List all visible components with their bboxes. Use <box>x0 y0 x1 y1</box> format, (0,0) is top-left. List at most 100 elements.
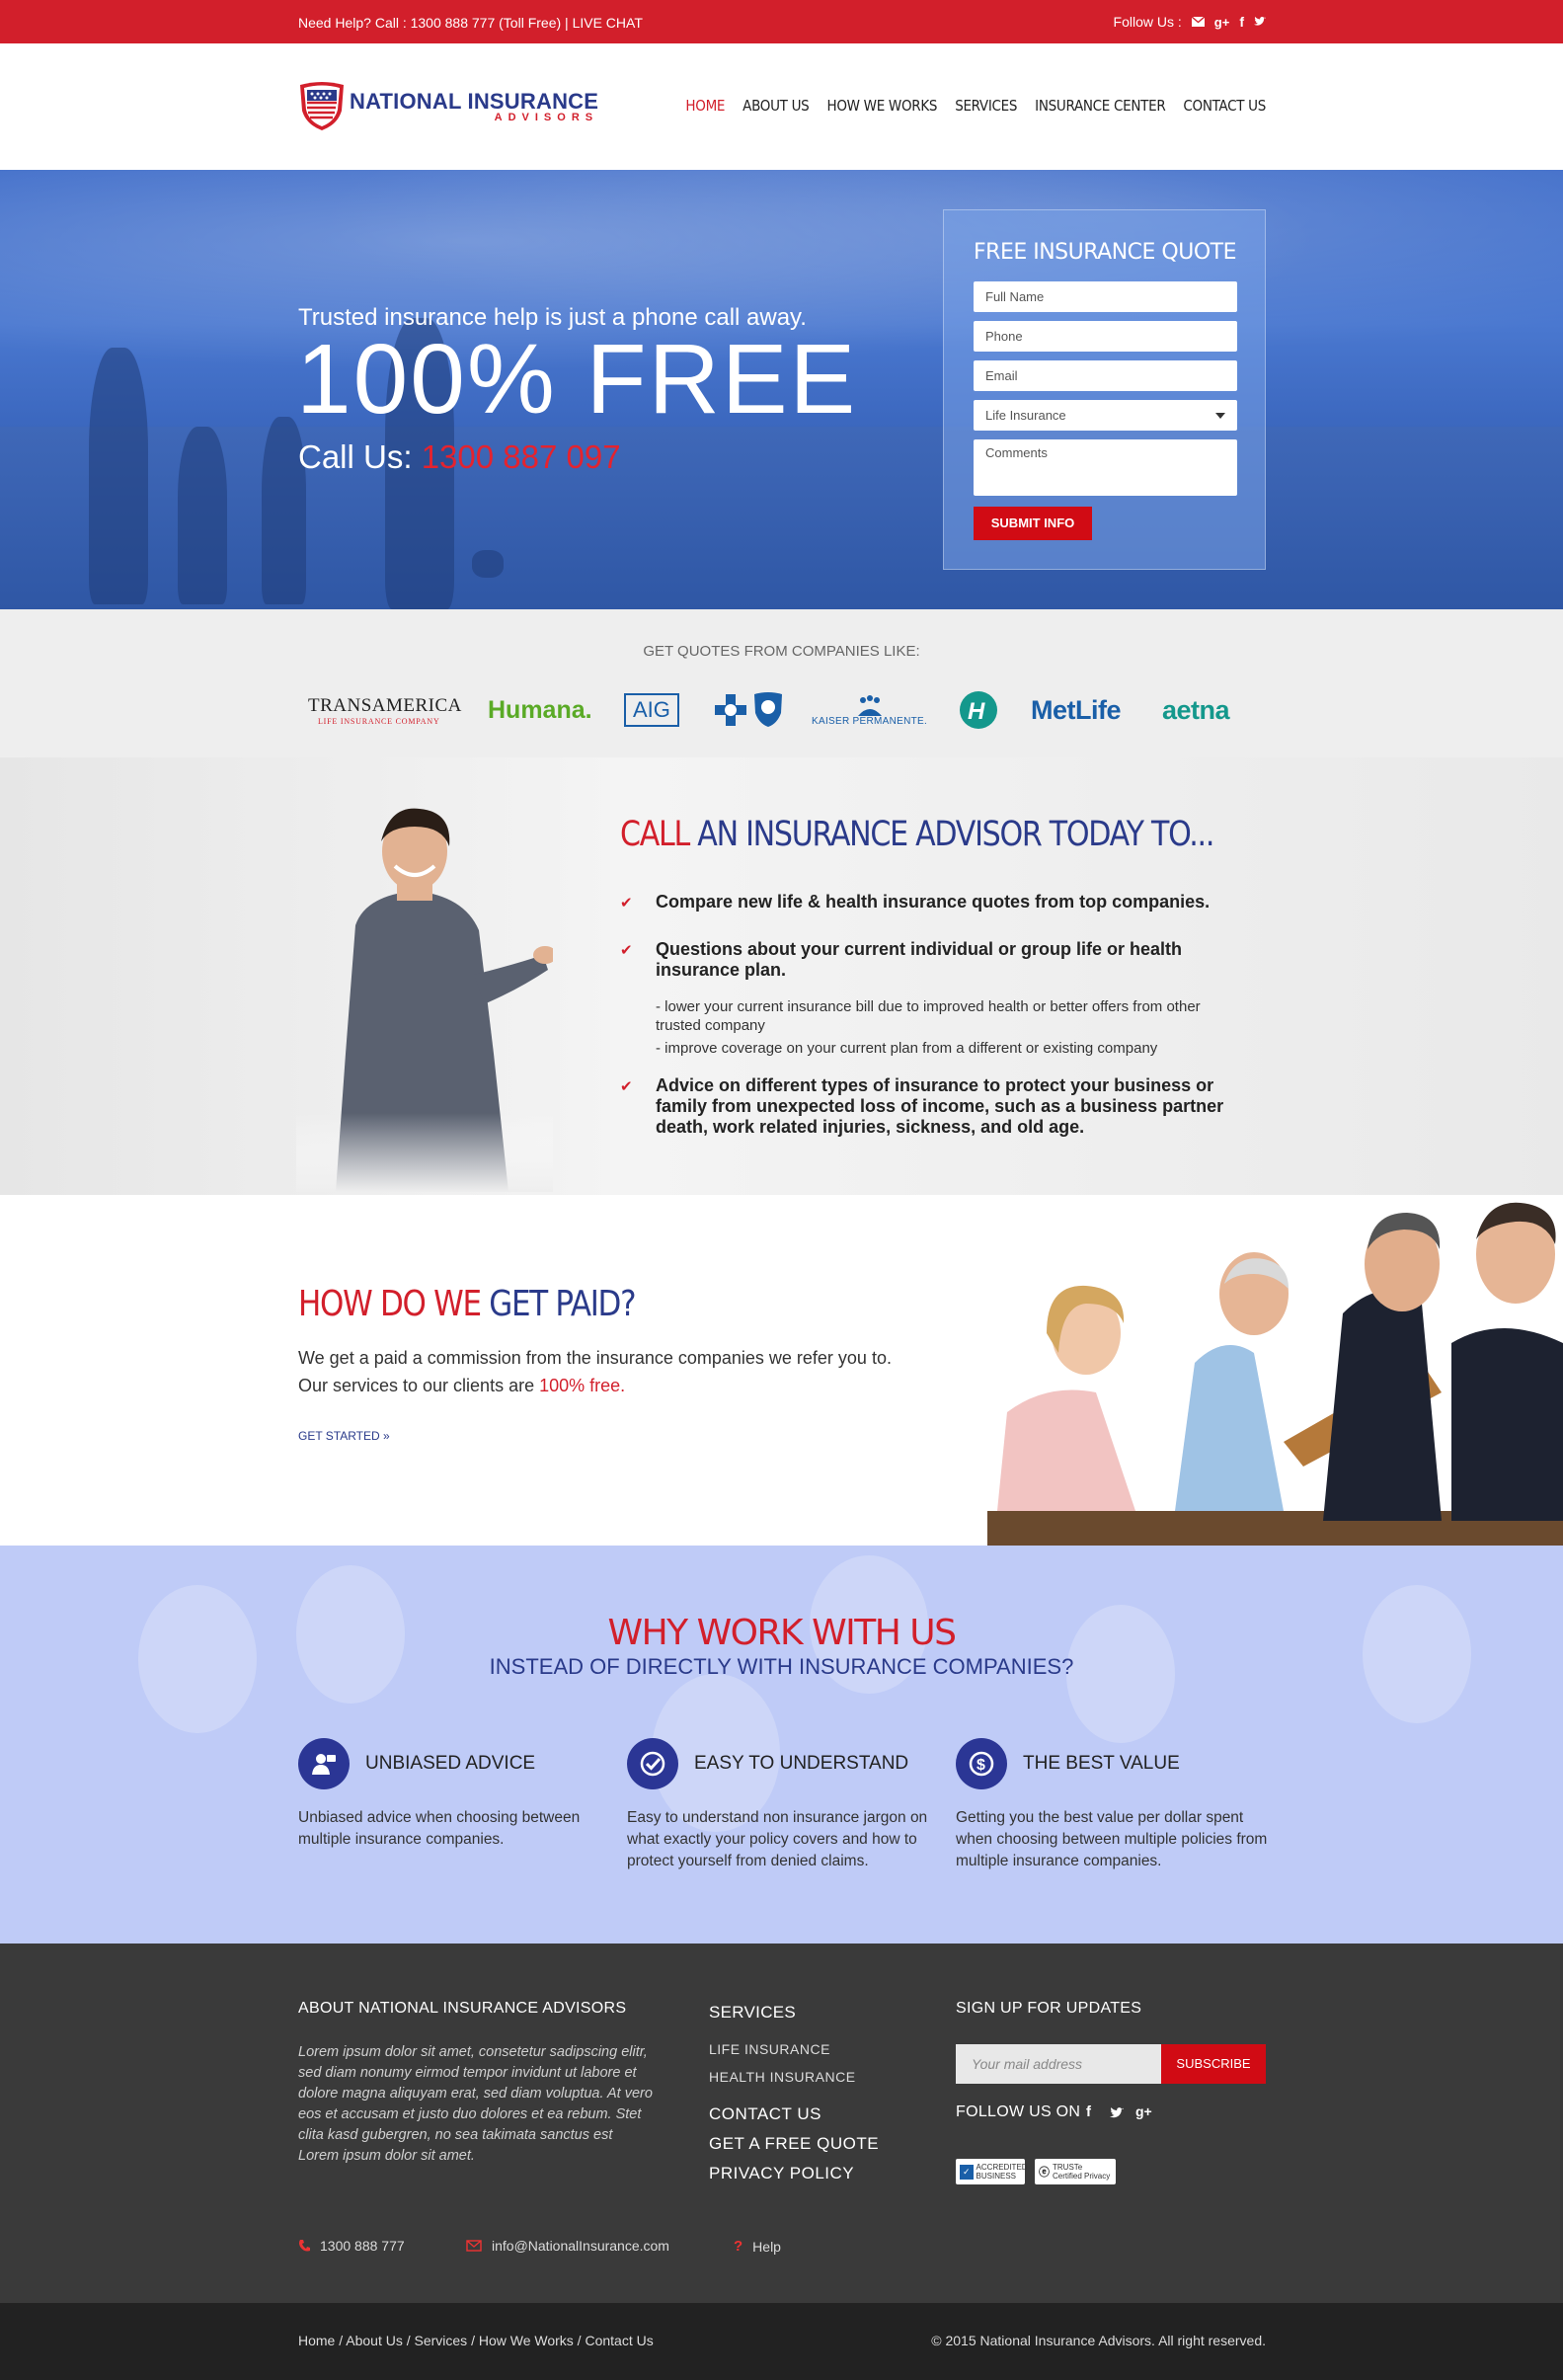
why-title: WHY WORK WITH US <box>607 1613 957 1653</box>
footer-breadcrumb[interactable]: Home / About Us / Services / How We Work… <box>298 2333 654 2348</box>
nav-services[interactable]: SERVICES <box>955 97 1017 115</box>
footer-link-health-insurance[interactable]: HEALTH INSURANCE <box>709 2069 856 2085</box>
nav-about-us[interactable]: ABOUT US <box>742 97 810 115</box>
mail-icon[interactable] <box>1191 17 1205 27</box>
family-silhouette <box>178 427 227 604</box>
dollar-icon: $ <box>956 1738 1007 1789</box>
footer: ABOUT NATIONAL INSURANCE ADVISORS Lorem … <box>0 1944 1563 2303</box>
hero-banner: Trusted insurance help is just a phone c… <box>0 170 1563 609</box>
footer-services-title: SERVICES <box>709 2003 797 2022</box>
question-icon: ? <box>734 2238 743 2255</box>
footer-about-title: ABOUT NATIONAL INSURANCE ADVISORS <box>298 2000 627 2017</box>
insurance-type-select[interactable]: Life Insurance <box>974 400 1237 431</box>
brand-logo[interactable]: NATIONAL INSURANCE ADVISORS <box>298 81 598 132</box>
bottom-bar: Home / About Us / Services / How We Work… <box>0 2303 1563 2380</box>
company-logos: TRANSAMERICA LIFE INSURANCE COMPANY Huma… <box>298 680 1266 740</box>
footer-link-contact[interactable]: CONTACT US <box>709 2104 821 2124</box>
footer-signup-title: SIGN UP FOR UPDATES <box>956 2000 1142 2017</box>
svg-text:H: H <box>968 698 985 725</box>
email-input[interactable]: Email <box>974 360 1237 391</box>
footer-follow-title: FOLLOW US ON <box>956 2103 1081 2120</box>
paid-line-2: Our services to our clients are 100% fre… <box>298 1376 626 1395</box>
nav-home[interactable]: HOME <box>685 97 725 115</box>
advisor-sub-bullet: - improve coverage on your current plan … <box>656 1040 1158 1057</box>
phone-input[interactable]: Phone <box>974 321 1237 352</box>
subscribe-button[interactable]: SUBSCRIBE <box>1161 2044 1266 2084</box>
quote-form: FREE INSURANCE QUOTE Full Name Phone Ema… <box>943 209 1266 570</box>
footer-link-quote[interactable]: GET A FREE QUOTE <box>709 2134 879 2154</box>
advisor-icon <box>298 1738 350 1789</box>
feature-title: THE BEST VALUE <box>1023 1753 1180 1774</box>
facebook-icon[interactable]: f <box>1239 14 1244 30</box>
bbb-accredited-badge[interactable]: ✓ ACCREDITED BUSINESS <box>956 2159 1028 2184</box>
why-section: WHY WORK WITH US INSTEAD OF DIRECTLY WIT… <box>0 1546 1563 1944</box>
nav-how-we-works[interactable]: HOW WE WORKS <box>826 97 937 115</box>
footer-about-text: Lorem ipsum dolor sit amet, consetetur s… <box>298 2044 653 2164</box>
check-icon <box>627 1738 678 1789</box>
companies-strip: GET QUOTES FROM COMPANIES LIKE: TRANSAME… <box>0 609 1563 757</box>
blue-cross-logo <box>713 680 784 740</box>
footer-link-privacy[interactable]: PRIVACY POLICY <box>709 2164 854 2183</box>
get-started-link[interactable]: GET STARTED » <box>298 1429 390 1443</box>
google-plus-icon[interactable]: g+ <box>1214 15 1230 30</box>
dog-silhouette <box>472 550 504 578</box>
twitter-icon[interactable] <box>1254 17 1266 27</box>
envelope-icon <box>466 2240 482 2252</box>
feature-desc: Easy to understand non insurance jargon … <box>627 1809 928 1869</box>
facebook-icon[interactable]: f <box>1086 2103 1091 2120</box>
footer-email[interactable]: info@NationalInsurance.com <box>466 2238 669 2254</box>
paid-title: HOW DO WE GET PAID? <box>298 1284 637 1324</box>
advisor-bullet: Questions about your current individual … <box>656 939 1183 980</box>
google-plus-icon[interactable]: g+ <box>1135 2103 1152 2119</box>
advisor-bullet: Compare new life & health insurance quot… <box>656 892 1211 912</box>
nav-insurance-center[interactable]: INSURANCE CENTER <box>1035 97 1166 115</box>
advisor-man-photo <box>296 797 553 1192</box>
feature-desc: Getting you the best value per dollar sp… <box>956 1809 1268 1869</box>
hero-headline: 100% FREE <box>296 324 858 435</box>
transamerica-logo: TRANSAMERICA LIFE INSURANCE COMPANY <box>308 694 462 726</box>
companies-label: GET QUOTES FROM COMPANIES LIKE: <box>643 643 920 660</box>
kaiser-permanente-logo: KAISER PERMANENTE. <box>812 680 927 740</box>
advisor-title: CALL AN INSURANCE ADVISOR TODAY TO... <box>620 815 1214 854</box>
bbb-badge-text: ACCREDITED BUSINESS <box>976 2163 1028 2181</box>
nav-contact-us[interactable]: CONTACT US <box>1183 97 1266 115</box>
help-text[interactable]: Need Help? Call : 1300 888 777 (Toll Fre… <box>298 15 643 31</box>
bbb-icon: ✓ <box>960 2164 974 2180</box>
paid-line-1: We get a paid a commission from the insu… <box>298 1348 892 1368</box>
twitter-icon[interactable] <box>1110 2106 1124 2124</box>
newsletter-email-input[interactable]: Your mail address <box>956 2044 1161 2084</box>
advisor-sub-bullet: - lower your current insurance bill due … <box>656 998 1201 1034</box>
svg-text:$: $ <box>977 1757 985 1774</box>
copyright: © 2015 National Insurance Advisors. All … <box>931 2333 1266 2348</box>
truste-icon: ⓔ <box>1039 2167 1050 2179</box>
quote-form-title: FREE INSURANCE QUOTE <box>974 240 1236 265</box>
aetna-logo: aetna <box>1162 694 1230 725</box>
full-name-input[interactable]: Full Name <box>974 281 1237 312</box>
aig-logo: AIG <box>624 680 679 740</box>
header: NATIONAL INSURANCE ADVISORS HOME ABOUT U… <box>0 43 1563 170</box>
paid-section: HOW DO WE GET PAID? We get a paid a comm… <box>0 1195 1563 1546</box>
follow-label: Follow Us : <box>1113 14 1182 30</box>
brand-subtitle: ADVISORS <box>494 111 599 123</box>
footer-phone[interactable]: 1300 888 777 <box>298 2238 405 2254</box>
humana-logo: Humana. <box>488 695 592 724</box>
brand-name: NATIONAL INSURANCE <box>350 88 599 114</box>
submit-info-button[interactable]: SUBMIT INFO <box>974 507 1092 540</box>
health-net-logo: H <box>958 680 1009 740</box>
advisor-section: CALL AN INSURANCE ADVISOR TODAY TO... ✔ … <box>0 757 1563 1195</box>
check-icon: ✔ <box>620 1078 633 1095</box>
check-icon: ✔ <box>620 942 633 959</box>
footer-link-life-insurance[interactable]: LIFE INSURANCE <box>709 2041 830 2057</box>
feature-title: UNBIASED ADVICE <box>365 1753 536 1774</box>
why-subtitle: INSTEAD OF DIRECTLY WITH INSURANCE COMPA… <box>489 1654 1074 1679</box>
call-label: Call Us: <box>298 438 413 475</box>
footer-help[interactable]: ? Help <box>734 2238 781 2255</box>
feature-desc: Unbiased advice when choosing between mu… <box>298 1809 581 1848</box>
call-number[interactable]: 1300 887 097 <box>422 438 621 475</box>
comments-textarea[interactable]: Comments <box>974 439 1237 496</box>
family-silhouette <box>89 348 148 604</box>
main-nav: HOME ABOUT US HOW WE WORKS SERVICES INSU… <box>685 97 1266 115</box>
shield-logo-icon <box>300 82 344 130</box>
phone-icon <box>299 2240 310 2252</box>
truste-badge[interactable]: ⓔ TRUSTe Certified Privacy <box>1035 2159 1116 2184</box>
